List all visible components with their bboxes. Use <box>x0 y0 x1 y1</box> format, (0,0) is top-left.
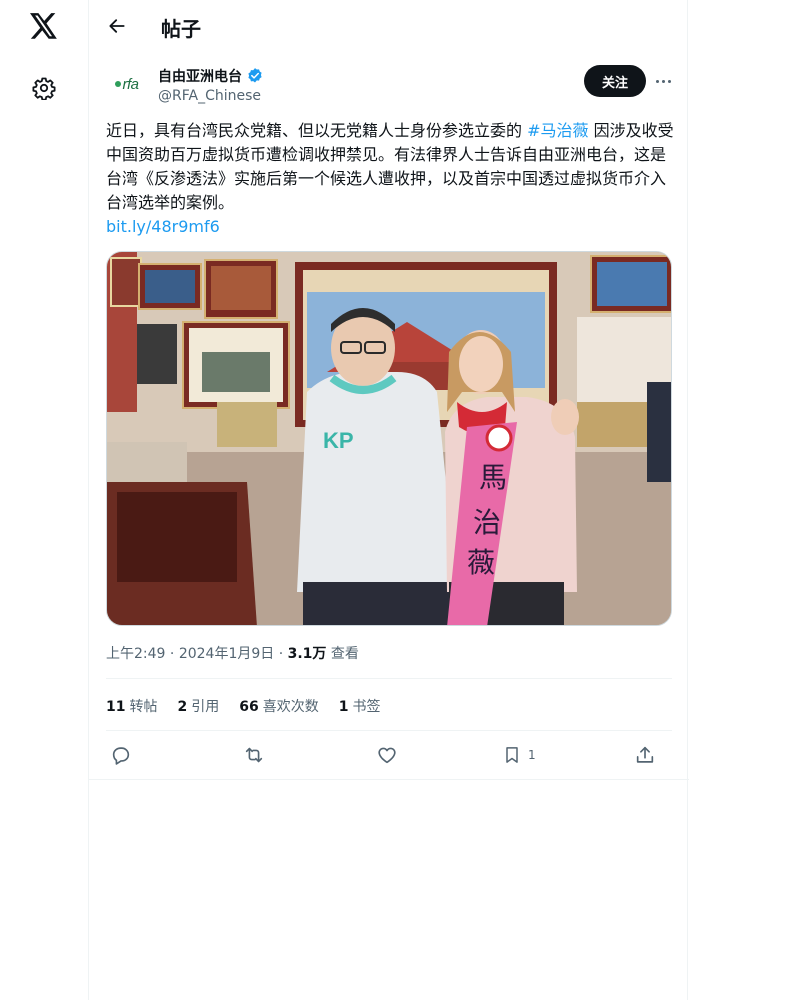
verified-badge-icon <box>248 68 262 83</box>
share-icon[interactable] <box>634 740 656 770</box>
repost-icon[interactable] <box>242 740 266 770</box>
page-header: 帖子 <box>89 0 689 54</box>
tweet-time[interactable]: 上午2:49 <box>106 646 165 662</box>
post-column: 帖子 rfa 自由亚洲电台 @RFA_Chinese 关注 近日，具有台湾民众党… <box>88 0 689 1000</box>
views-label: 查看 <box>330 646 359 662</box>
tweet-text-part: 近日，具有台湾民众党籍、但以无党籍人士身份参选立委的 <box>106 121 528 140</box>
divider <box>89 779 689 780</box>
more-options-icon[interactable] <box>651 70 675 92</box>
reply-icon[interactable] <box>110 740 132 770</box>
tweet-date[interactable]: 2024年1月9日 <box>179 646 274 662</box>
page-title: 帖子 <box>161 17 201 41</box>
action-bar: 1 <box>106 740 672 770</box>
author-handle[interactable]: @RFA_Chinese <box>158 88 261 104</box>
bookmark-icon[interactable]: 1 <box>502 740 536 770</box>
left-rail <box>0 0 88 1000</box>
divider <box>106 730 672 731</box>
gear-icon[interactable] <box>30 74 58 102</box>
tweet-url-link[interactable]: bit.ly/48r9mf6 <box>106 215 676 239</box>
svg-text:治: 治 <box>473 506 501 539</box>
avatar[interactable]: rfa <box>107 64 147 104</box>
author-name-row[interactable]: 自由亚洲电台 <box>158 66 264 86</box>
meta-separator: · <box>165 646 179 662</box>
tweet-photo[interactable]: KP 馬 治 薇 <box>106 251 672 626</box>
stat-likes[interactable]: 66 喜欢次数 <box>239 696 318 716</box>
follow-button[interactable]: 关注 <box>584 65 646 97</box>
heart-icon[interactable] <box>376 740 398 770</box>
hashtag-link[interactable]: #马治薇 <box>527 121 588 140</box>
stat-reposts[interactable]: 11 转帖 <box>106 696 157 716</box>
svg-text:薇: 薇 <box>467 546 495 579</box>
divider <box>106 678 672 679</box>
author-name[interactable]: 自由亚洲电台 <box>158 66 242 86</box>
engagement-stats: 11 转帖 2 引用 66 喜欢次数 1 书签 <box>106 696 380 716</box>
stat-quotes[interactable]: 2 引用 <box>177 696 219 716</box>
svg-text:KP: KP <box>323 428 354 453</box>
bookmark-count: 1 <box>528 748 536 762</box>
avatar-text: rfa <box>122 75 139 93</box>
tweet-text: 近日，具有台湾民众党籍、但以无党籍人士身份参选立委的 #马治薇 因涉及收受中国资… <box>106 119 676 239</box>
tweet-meta: 上午2:49 · 2024年1月9日 · 3.1万 查看 <box>106 643 359 663</box>
views-count: 3.1万 <box>287 646 327 662</box>
arrow-left-icon[interactable] <box>103 12 131 40</box>
avatar-dot <box>115 81 122 87</box>
meta-separator: · <box>274 646 288 662</box>
x-logo-icon[interactable] <box>28 10 60 42</box>
stat-bookmarks[interactable]: 1 书签 <box>339 696 381 716</box>
svg-text:馬: 馬 <box>479 461 507 494</box>
